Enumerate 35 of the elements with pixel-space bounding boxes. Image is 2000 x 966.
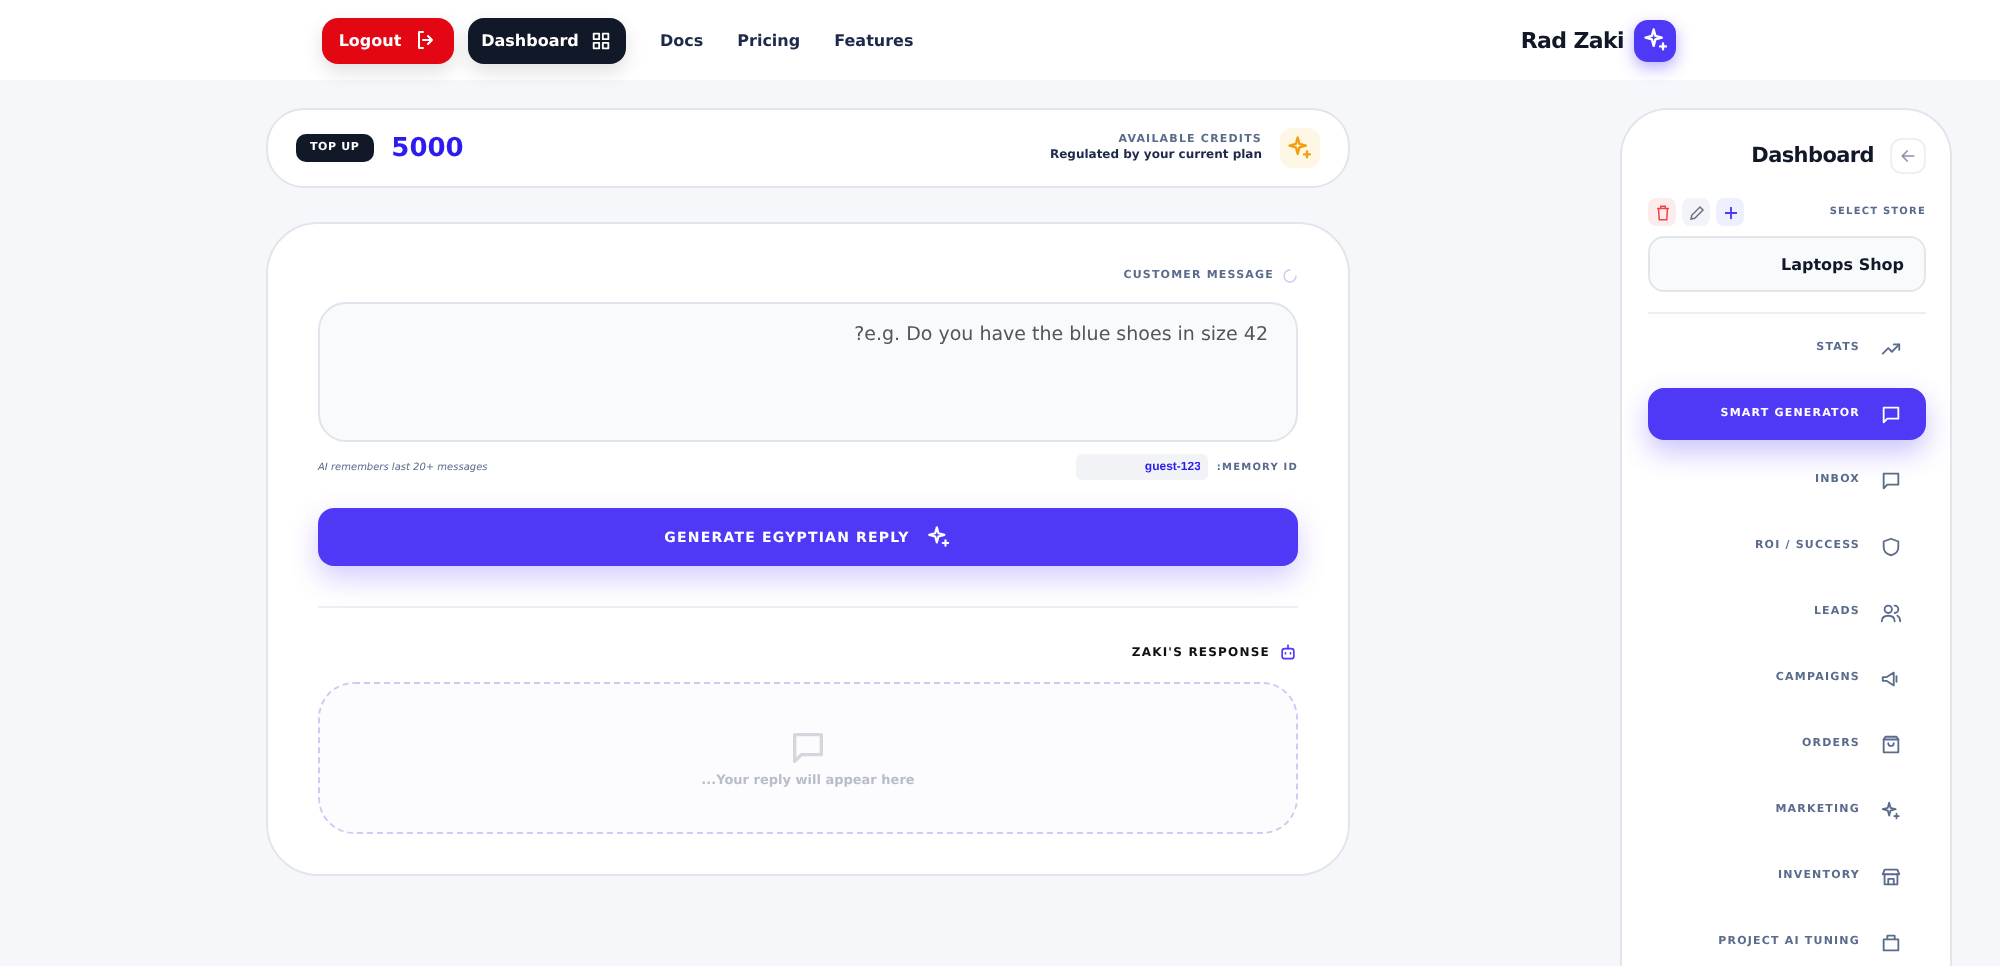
grid-icon <box>590 29 613 51</box>
plus-icon <box>1721 203 1739 221</box>
robot-icon <box>1278 642 1298 662</box>
delete-button[interactable] <box>1648 198 1676 226</box>
nav-link[interactable]: Pricing <box>737 31 801 49</box>
sidebar-title: Dashboard <box>1751 144 1874 168</box>
store-icon <box>1880 865 1902 887</box>
logout-button[interactable]: Logout <box>322 17 454 63</box>
nav-link[interactable]: Docs <box>660 31 704 49</box>
megaphone-icon <box>1880 667 1902 689</box>
back-arrow-icon <box>1898 146 1918 166</box>
loader-icon <box>1282 268 1298 284</box>
sparkle-icon <box>1880 799 1902 821</box>
shield-icon <box>1880 535 1902 557</box>
credit-amount: 5000 <box>391 133 464 163</box>
message-field[interactable]: ?e.g. Do you have the blue shoes in size 42 <box>318 302 1298 442</box>
sparkle-icon <box>925 524 952 550</box>
users-icon <box>1880 601 1902 623</box>
bag-icon <box>1880 733 1902 755</box>
logout-icon <box>413 28 438 52</box>
add-button[interactable] <box>1716 198 1744 226</box>
dashboard-button[interactable]: Dashboard <box>468 17 626 63</box>
nav-link[interactable]: Features <box>834 31 914 49</box>
sparkle-icon[interactable] <box>1634 19 1676 61</box>
chat-icon <box>1880 403 1902 425</box>
sparkle-icon <box>1280 128 1320 168</box>
trash-icon <box>1653 203 1671 221</box>
box-icon <box>1880 931 1902 953</box>
store-selector[interactable]: Laptops Shop <box>1648 236 1926 292</box>
chat-icon <box>1880 469 1902 491</box>
edit-button[interactable] <box>1682 198 1710 226</box>
user-name: Rad Zaki <box>1520 27 1624 53</box>
trend-icon <box>1880 337 1902 359</box>
pencil-icon <box>1687 203 1705 221</box>
chat-icon <box>788 728 828 768</box>
